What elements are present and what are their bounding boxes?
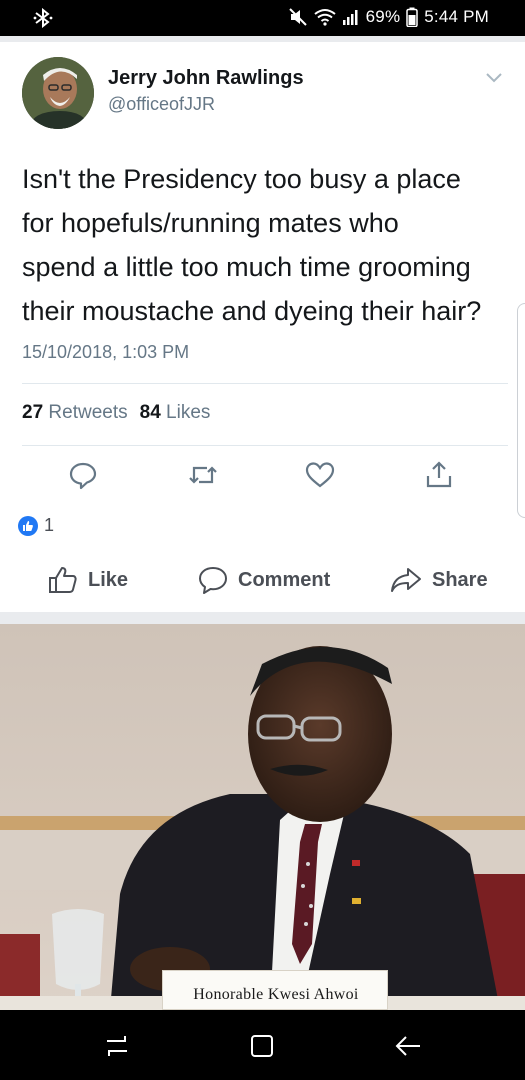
navigation-bar	[0, 1010, 525, 1080]
status-icons: 69% 5:44 PM	[288, 7, 489, 27]
home-icon[interactable]	[248, 1032, 276, 1060]
battery-percent: 69%	[365, 7, 401, 26]
back-icon[interactable]	[394, 1032, 422, 1060]
tweet-card: Jerry John Rawlings @officeofJJR Isn't t…	[0, 42, 525, 498]
nameplate: Honorable Kwesi Ahwoi	[162, 970, 388, 1010]
reaction-count: 1	[44, 515, 55, 535]
likes-stat[interactable]: 84 Likes	[140, 402, 211, 424]
status-bar: 69% 5:44 PM	[0, 0, 525, 36]
like-reaction-icon	[18, 515, 38, 536]
retweet-stat[interactable]: 27 Retweets	[22, 402, 128, 424]
retweets-label: Retweets	[48, 402, 128, 423]
likes-label: Likes	[166, 402, 211, 423]
share-label: Share	[432, 568, 488, 591]
author-handle[interactable]: @officeofJJR	[108, 94, 215, 115]
like-heart-icon[interactable]	[305, 460, 335, 490]
avatar[interactable]	[22, 57, 94, 129]
mute-icon	[288, 8, 307, 26]
tweet-text-line: their moustache and dyeing their hair?	[22, 296, 482, 326]
post-actions-bar: Like Comment Share	[0, 560, 525, 606]
like-count: 84	[139, 402, 161, 423]
tweet-text-line: Isn't the Presidency too busy a place	[22, 164, 461, 194]
share-arrow-icon	[391, 568, 421, 592]
share-icon[interactable]	[424, 460, 454, 490]
nameplate-text: Honorable Kwesi Ahwoi	[193, 986, 359, 1003]
tweet-text: Isn't the Presidency too busy a place fo…	[22, 157, 512, 333]
bluetooth-icon	[33, 8, 53, 28]
comment-icon	[199, 567, 227, 594]
retweet-icon[interactable]	[188, 460, 218, 490]
comment-label: Comment	[238, 568, 331, 591]
divider	[22, 383, 508, 384]
post-separator	[0, 612, 525, 624]
like-button[interactable]: Like	[48, 566, 128, 594]
comment-button[interactable]: Comment	[198, 566, 330, 594]
share-button[interactable]: Share	[390, 566, 488, 594]
signal-icon	[342, 10, 358, 25]
reply-icon[interactable]	[68, 460, 98, 490]
recent-apps-icon[interactable]	[103, 1032, 131, 1060]
like-label: Like	[88, 568, 129, 591]
avatar-portrait	[22, 57, 94, 129]
retweet-count: 27	[22, 402, 44, 423]
wifi-icon	[314, 9, 336, 26]
tweet-text-line: for hopefuls/running mates who	[22, 208, 399, 238]
tweet-text-line: spend a little too much time grooming	[22, 252, 471, 282]
battery-icon	[406, 7, 419, 27]
tweet-timestamp: 15/10/2018, 1:03 PM	[22, 342, 190, 362]
clock-time: 5:44 PM	[424, 7, 489, 26]
scrollbar-edge	[517, 303, 525, 518]
reactions-summary[interactable]: 1	[18, 515, 54, 536]
chevron-down-icon[interactable]	[485, 72, 503, 84]
photo-illustration	[0, 624, 525, 1010]
tweet-stats: 27 Retweets 84 Likes	[22, 402, 210, 424]
post-photo[interactable]	[0, 624, 525, 1010]
author-name[interactable]: Jerry John Rawlings	[108, 67, 304, 90]
thumbs-up-icon	[49, 567, 77, 593]
divider	[22, 445, 508, 446]
